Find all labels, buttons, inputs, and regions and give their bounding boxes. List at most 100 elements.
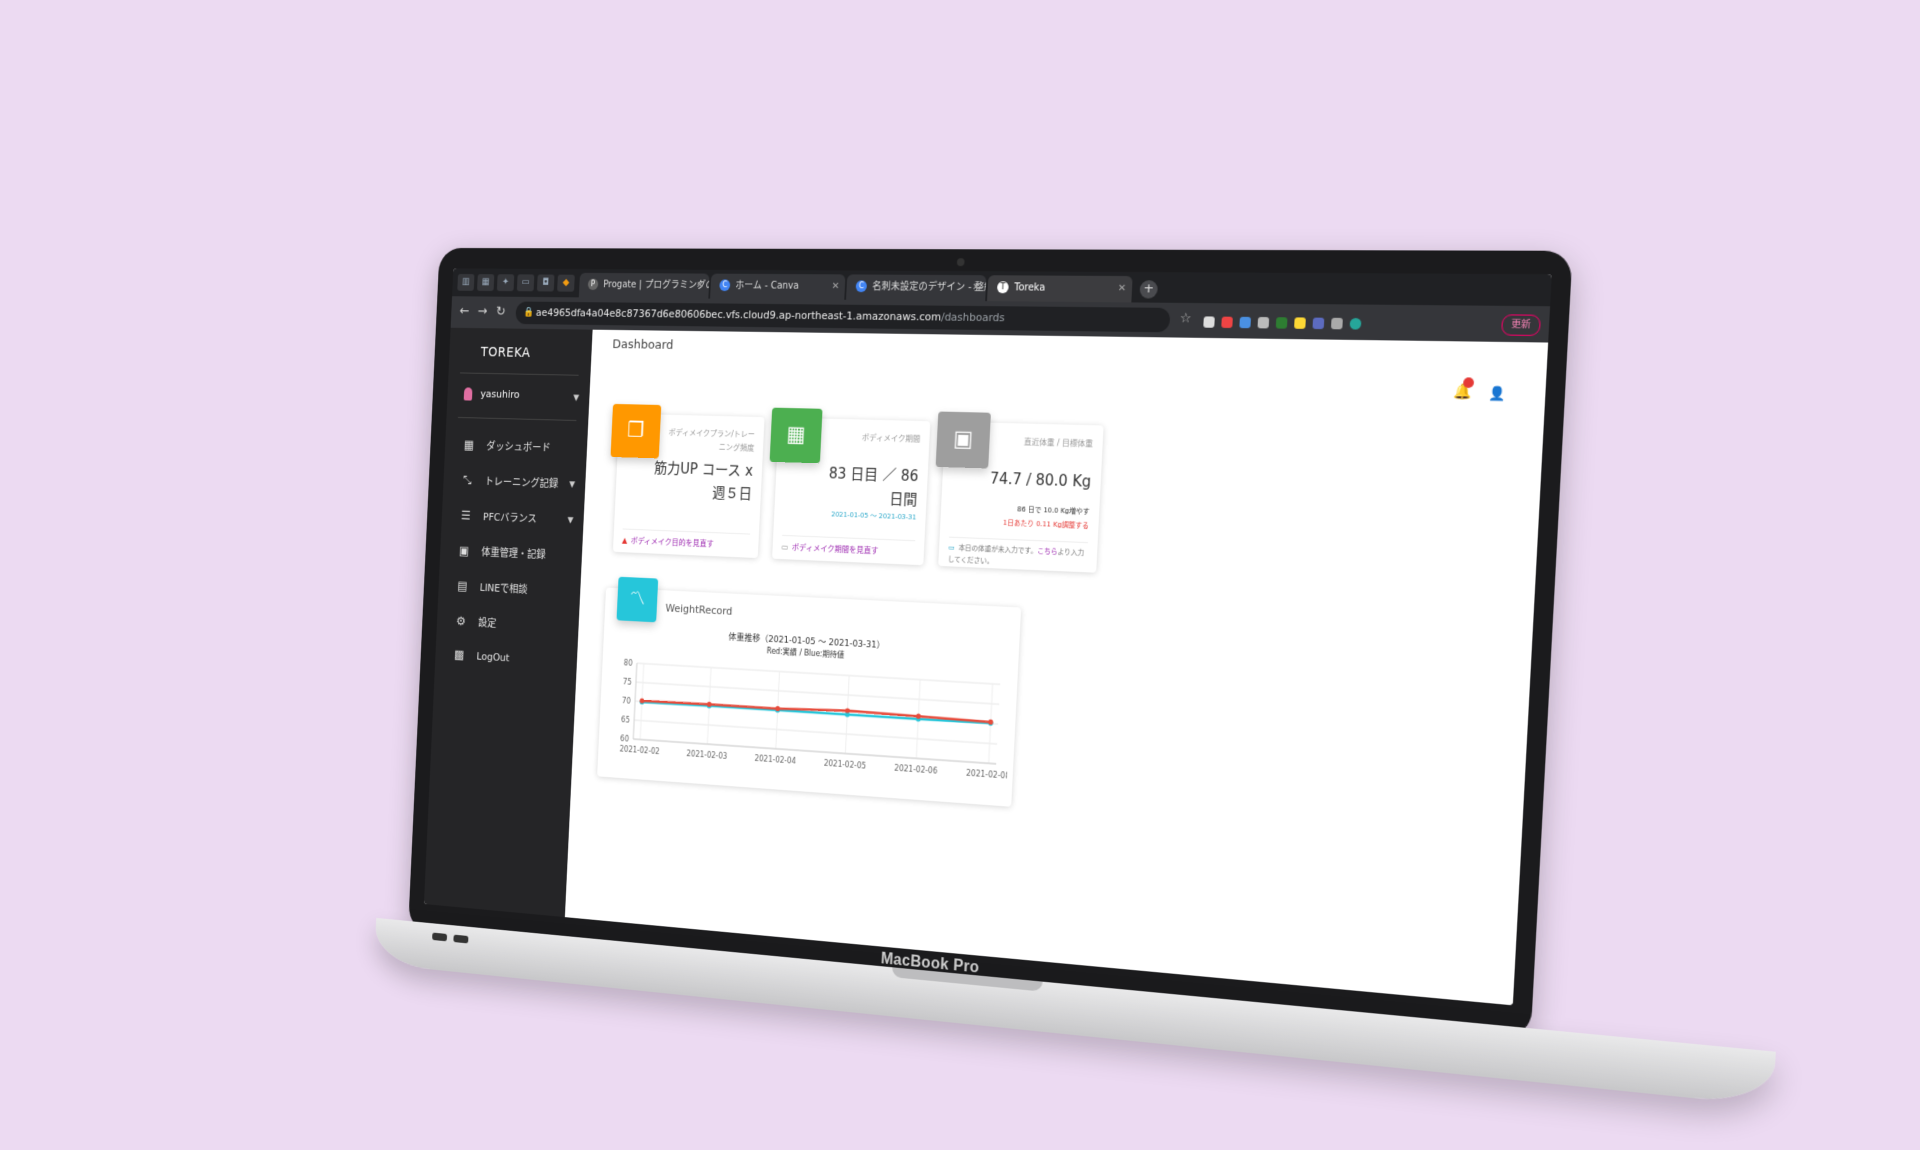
user-account-icon[interactable]: 👤: [1489, 386, 1507, 402]
weight-line-chart: 80757065602021-02-02 2021-02-03 2021-02-04…: [602, 650, 1012, 800]
extension-icon[interactable]: [1221, 317, 1233, 328]
app-logo[interactable]: TOREKA: [480, 345, 530, 361]
food-icon: ☰: [460, 510, 472, 523]
screen: ▥ ▦ ✦ ▭ ◘ ◆ P Progate | プログラミングの入門… ✕ C ホーム…: [424, 268, 1552, 1005]
card-value: 83 日目 ／ 86 日間: [807, 461, 919, 512]
user-menu[interactable]: yasuhiro: [464, 387, 520, 401]
card-value-line: 74.7 / 80.0 Kg: [976, 466, 1092, 494]
sidebar-item-label: LogOut: [476, 650, 509, 664]
sidebar-item-weight[interactable]: ▣ 体重管理・記録: [458, 543, 546, 562]
address-bar[interactable]: 🔒 ae4965dfa4a04e8c87367d6e80606bec.vfs.c…: [515, 301, 1170, 332]
pinned-tab-trello-icon[interactable]: ▥: [457, 274, 474, 291]
card-footer: ▭ 本日の体重が未入力です。こちらより入力してください。: [948, 537, 1088, 573]
chevron-down-icon[interactable]: ▼: [573, 394, 579, 404]
back-arrow-icon[interactable]: ←: [459, 304, 469, 319]
x-tick-label: 2021-02-05: [824, 758, 867, 770]
tab-progate[interactable]: P Progate | プログラミングの入門… ✕: [579, 273, 710, 299]
pinned-tab-image-icon[interactable]: ▭: [517, 274, 535, 291]
card-value: 74.7 / 80.0 Kg: [976, 466, 1092, 494]
tab-canva[interactable]: C ホーム - Canva ✕: [710, 274, 845, 300]
main-content: Dashboard 🔔 👤 ❐ ボディメイクプラン/トレーニング頻度 筋力UP …: [565, 330, 1548, 1006]
sidebar-item-settings[interactable]: ⚙ 設定: [455, 614, 497, 631]
y-tick-label: 60: [620, 734, 629, 744]
card-category: ボディメイクプラン/トレーニング頻度: [666, 426, 755, 455]
notification-bell-icon[interactable]: 🔔: [1453, 383, 1472, 400]
close-tab-icon[interactable]: ✕: [696, 274, 705, 299]
gear-icon: ⚙: [455, 616, 467, 630]
pinned-tab-toreka-icon[interactable]: ◘: [537, 274, 555, 291]
sidebar-item-label: PFCバランス: [483, 511, 537, 525]
tab-design[interactable]: C 名刺未設定のデザイン - 整紙 (デ…✕: [846, 274, 986, 301]
x-tick-label: 2021-02-03: [686, 749, 727, 761]
extension-icon[interactable]: [1276, 317, 1288, 328]
pinned-tab-box-icon[interactable]: ◆: [557, 275, 575, 292]
y-tick-label: 65: [621, 715, 630, 725]
sidebar-item-dashboard[interactable]: ▦ ダッシュボード: [463, 438, 551, 456]
lock-icon: 🔒: [523, 302, 534, 325]
new-tab-button[interactable]: +: [1139, 280, 1158, 298]
weight-record-label: WeightRecord: [665, 602, 732, 618]
username: yasuhiro: [480, 388, 520, 401]
card-value-line: 週５日: [646, 479, 752, 506]
review-period-link[interactable]: ボディメイク期間を見直す: [792, 543, 879, 555]
extension-icon[interactable]: [1203, 316, 1215, 327]
x-tick-label: 2021-02-04: [754, 754, 796, 766]
chat-icon: ▤: [456, 580, 468, 594]
chevron-down-icon[interactable]: ▼: [567, 516, 573, 526]
divider: [460, 372, 579, 375]
reload-icon[interactable]: ↻: [496, 304, 506, 319]
card-value: 筋力UP コース x 週５日: [646, 456, 753, 505]
logout-icon: ▩: [453, 649, 465, 663]
calendar-small-icon: ▭: [948, 544, 955, 552]
review-goal-link[interactable]: ボディメイク目的を見直す: [631, 536, 714, 548]
profile-avatar-icon[interactable]: [1350, 318, 1362, 330]
sidebar-item-label: 設定: [478, 617, 497, 630]
tab-toreka[interactable]: T Toreka ✕: [987, 275, 1133, 302]
tab-label: 名刺未設定のデザイン - 整紙 (デ…: [872, 281, 986, 293]
sidebar-item-logout[interactable]: ▩ LogOut: [453, 649, 509, 665]
update-button[interactable]: 更新: [1501, 314, 1541, 336]
calendar-small-icon: ▭: [781, 543, 788, 552]
progate-favicon-icon: P: [588, 279, 599, 290]
sidebar-item-pfc[interactable]: ☰ PFCバランス: [460, 508, 537, 526]
bookmark-star-icon[interactable]: ☆: [1179, 311, 1191, 326]
gridline: [637, 663, 1000, 684]
bodymake-plan-card: ❐ ボディメイクプラン/トレーニング頻度 筋力UP コース x 週５日 ▲ ボディ…: [613, 414, 765, 559]
webcam: [957, 258, 965, 266]
close-tab-icon[interactable]: ✕: [1117, 276, 1127, 302]
pinned-tab-calendar-icon[interactable]: ▦: [477, 274, 494, 291]
pinned-tab-twitter-icon[interactable]: ✦: [497, 274, 514, 291]
daily-adjust-text: 1日あたり 0.11 Kg調整する: [955, 515, 1089, 532]
content-copy-icon: ❐: [611, 404, 662, 458]
enter-weight-link[interactable]: こちら: [1037, 547, 1058, 556]
notification-badge: [1463, 377, 1474, 388]
puzzle-icon[interactable]: [1331, 318, 1343, 330]
scale-icon: ▣: [936, 412, 991, 469]
extension-icon[interactable]: [1294, 317, 1306, 329]
laptop-mockup: ▥ ▦ ✦ ▭ ◘ ◆ P Progate | プログラミングの入門… ✕ C ホーム…: [372, 248, 1819, 1150]
chevron-down-icon[interactable]: ▼: [569, 480, 575, 490]
dashboard-icon: ▦: [463, 439, 475, 452]
sidebar-item-label: ダッシュボード: [486, 440, 551, 454]
weight-goal-card: ▣ 直近体重 / 目標体重 74.7 / 80.0 Kg 86 日で 10.0 …: [938, 422, 1103, 573]
sidebar-item-label: トレーニング記録: [484, 475, 558, 490]
extension-icon[interactable]: [1257, 317, 1269, 328]
warning-icon: ▲: [622, 536, 628, 545]
page-title: Dashboard: [612, 338, 674, 353]
forward-arrow-icon[interactable]: →: [477, 304, 487, 319]
laptop-lid: ▥ ▦ ✦ ▭ ◘ ◆ P Progate | プログラミングの入門… ✕ C ホーム…: [408, 248, 1573, 1039]
x-tick-label: 2021-02-06: [894, 763, 938, 775]
close-tab-icon[interactable]: ✕: [972, 275, 981, 301]
toreka-app: TOREKA yasuhiro ▼ ▦ ダッシュボード ⤡ トレーニング記録 ▼ ☰…: [424, 328, 1548, 1006]
data-point: [845, 708, 850, 713]
usb-c-port: [432, 933, 447, 942]
extension-icon[interactable]: [1312, 318, 1324, 330]
extension-icon[interactable]: [1239, 317, 1251, 328]
sidebar-item-line[interactable]: ▤ LINEで相談: [456, 578, 528, 596]
gridline: [634, 720, 997, 744]
canva-favicon-icon: C: [856, 280, 868, 292]
sidebar: TOREKA yasuhiro ▼ ▦ ダッシュボード ⤡ トレーニング記録 ▼ ☰…: [424, 328, 593, 917]
series-line-実績: [642, 698, 991, 723]
close-tab-icon[interactable]: ✕: [831, 274, 840, 299]
sidebar-item-training[interactable]: ⤡ トレーニング記録: [461, 473, 558, 491]
